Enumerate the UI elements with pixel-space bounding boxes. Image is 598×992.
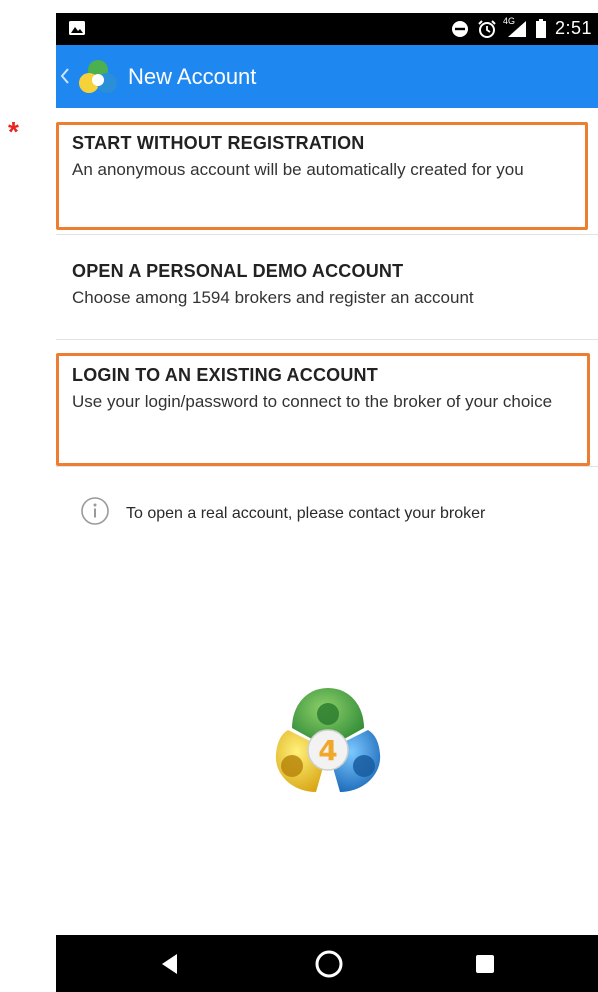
- option-title: OPEN A PERSONAL DEMO ACCOUNT: [72, 261, 404, 281]
- navigation-bar: [56, 935, 598, 992]
- recents-square-icon[interactable]: [470, 949, 500, 979]
- app-bar: New Account: [56, 45, 598, 108]
- annotation-asterisk: *: [8, 116, 19, 147]
- status-bar: 4G 2:51: [56, 13, 598, 45]
- home-circle-icon[interactable]: [314, 949, 344, 979]
- option-open-demo-account[interactable]: OPEN A PERSONAL DEMO ACCOUNT Choose amon…: [56, 261, 598, 309]
- divider: [56, 466, 598, 467]
- signal-icon: 4G: [503, 16, 527, 38]
- info-icon: [80, 496, 110, 531]
- divider: [56, 234, 598, 235]
- logo-badge-number: 4: [318, 734, 337, 767]
- back-triangle-icon[interactable]: [155, 949, 185, 979]
- image-icon: [68, 20, 86, 36]
- option-description: An anonymous account will be automatical…: [72, 160, 524, 179]
- option-login-existing-account[interactable]: LOGIN TO AN EXISTING ACCOUNT Use your lo…: [56, 365, 598, 413]
- option-title: LOGIN TO AN EXISTING ACCOUNT: [72, 365, 378, 385]
- divider: [56, 339, 598, 340]
- info-row: To open a real account, please contact y…: [80, 496, 485, 531]
- chevron-left-icon[interactable]: [59, 64, 71, 88]
- page-title: New Account: [128, 64, 257, 89]
- do-not-disturb-icon: [451, 20, 469, 38]
- metatrader-logo-icon[interactable]: [78, 57, 118, 97]
- alarm-icon: [477, 19, 497, 39]
- option-title: START WITHOUT REGISTRATION: [72, 133, 365, 153]
- network-type-label: 4G: [502, 15, 515, 26]
- info-text: To open a real account, please contact y…: [126, 504, 486, 522]
- metatrader-logo-icon: 4: [268, 684, 388, 799]
- battery-icon: [535, 18, 547, 39]
- option-start-without-registration[interactable]: START WITHOUT REGISTRATION An anonymous …: [56, 133, 598, 181]
- phone-screen: 4G 2:51 New Account START WITHOUT REGIST…: [56, 0, 598, 992]
- clock: 2:51: [554, 18, 592, 38]
- option-description: Use your login/password to connect to th…: [72, 392, 553, 411]
- option-description: Choose among 1594 brokers and register a…: [72, 288, 474, 307]
